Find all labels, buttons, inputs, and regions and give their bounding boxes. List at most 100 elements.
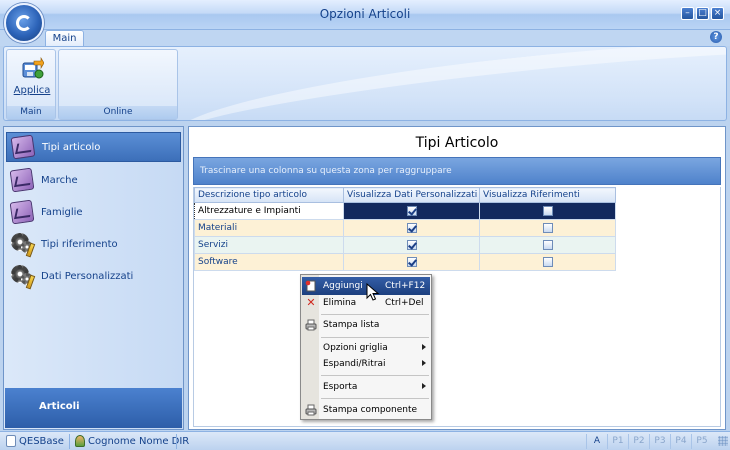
checkbox-unchecked[interactable] — [542, 222, 553, 233]
cell-descrizione[interactable]: Servizi — [194, 236, 344, 254]
apply-icon — [20, 56, 45, 81]
chart-icon — [10, 134, 38, 160]
status-panes: A P1 P2 P3 P4 P5 — [586, 434, 712, 449]
gear-pencil-icon — [9, 263, 37, 290]
status-database[interactable]: QESBase — [6, 435, 64, 447]
page-title: Tipi Articolo — [415, 135, 499, 151]
printer-icon — [305, 319, 317, 331]
ribbon-group-main: Applica Main — [6, 49, 56, 120]
nav-item-marche[interactable]: Marche — [6, 165, 181, 195]
tab-main[interactable]: Main — [45, 30, 84, 46]
resize-grip-icon[interactable] — [718, 436, 728, 446]
menu-item-label: Espandi/Ritrai — [323, 359, 386, 369]
column-header-riferimenti[interactable]: Visualizza Riferimenti — [479, 187, 616, 203]
menu-separator — [321, 375, 429, 376]
cell-riferimenti[interactable] — [479, 202, 616, 220]
nav-item-famiglie[interactable]: Famiglie — [6, 197, 181, 227]
menu-separator — [321, 314, 429, 315]
navigation-pane: Tipi articolo Marche Famiglie Tipi rifer… — [3, 126, 184, 430]
minimize-button[interactable]: – — [681, 7, 694, 20]
cell-riferimenti[interactable] — [479, 219, 616, 237]
cell-dati-personalizzati[interactable] — [343, 253, 480, 271]
cell-dati-personalizzati[interactable] — [343, 236, 480, 254]
menu-item-stampa-lista[interactable]: Stampa lista — [302, 316, 430, 334]
table-row[interactable]: Materiali — [194, 219, 616, 237]
nav-item-label: Famiglie — [41, 206, 83, 218]
user-icon — [75, 435, 85, 447]
checkbox-checked[interactable] — [406, 205, 417, 216]
status-user[interactable]: Cognome Nome DIR — [75, 435, 189, 447]
cell-riferimenti[interactable] — [479, 236, 616, 254]
menu-item-esporta[interactable]: Esporta — [302, 378, 430, 396]
application-orb-button[interactable] — [4, 3, 44, 43]
nav-item-label: Dati Personalizzati — [41, 270, 134, 282]
submenu-arrow-icon — [422, 344, 426, 350]
menu-item-shortcut: Ctrl+Del — [385, 298, 424, 308]
table-row[interactable]: Altrezzature e Impianti — [194, 202, 616, 220]
checkbox-checked[interactable] — [406, 256, 417, 267]
group-label-main: Main — [7, 106, 55, 119]
status-pane[interactable]: A — [586, 434, 607, 449]
ribbon-tab-row: Main ? — [0, 30, 730, 46]
menu-item-label: Stampa componente — [323, 405, 418, 415]
menu-item-espandi-ritrai[interactable]: Espandi/Ritrai — [302, 355, 430, 373]
cell-descrizione[interactable]: Materiali — [194, 219, 344, 237]
checkbox-checked[interactable] — [406, 222, 417, 233]
window-title: Opzioni Articoli — [319, 7, 411, 21]
nav-item-label: Marche — [41, 174, 78, 186]
applica-label: Applica — [13, 85, 51, 96]
nav-footer-articoli[interactable]: Articoli — [5, 388, 182, 428]
status-pane[interactable]: P5 — [691, 434, 712, 449]
ribbon-group-online: Online — [58, 49, 178, 120]
menu-item-label: Elimina — [323, 298, 357, 308]
status-pane[interactable]: P1 — [607, 434, 628, 449]
checkbox-unchecked[interactable] — [542, 205, 553, 216]
nav-item-label: Tipi articolo — [42, 141, 101, 153]
checkbox-checked[interactable] — [406, 239, 417, 250]
printer-icon — [305, 404, 317, 416]
status-separator — [176, 434, 177, 449]
column-header-dati-personalizzati[interactable]: Visualizza Dati Personalizzati — [343, 187, 480, 203]
submenu-arrow-icon — [422, 383, 426, 389]
gear-pencil-icon — [9, 231, 37, 258]
cell-dati-personalizzati[interactable] — [343, 202, 480, 220]
menu-item-stampa-componente[interactable]: Stampa componente — [302, 401, 430, 419]
status-user-label: Cognome Nome DIR — [88, 435, 190, 447]
window-controls: – □ × — [681, 7, 724, 20]
status-pane[interactable]: P3 — [649, 434, 670, 449]
database-icon — [6, 435, 16, 447]
group-label-online: Online — [59, 106, 177, 119]
mouse-cursor-icon — [366, 283, 380, 301]
status-pane[interactable]: P4 — [670, 434, 691, 449]
help-icon[interactable]: ? — [710, 31, 722, 43]
nav-item-tipi-riferimento[interactable]: Tipi riferimento — [6, 229, 181, 259]
column-header-descrizione[interactable]: Descrizione tipo articolo — [194, 187, 344, 203]
new-document-icon — [305, 280, 317, 292]
nav-item-dati-personalizzati[interactable]: Dati Personalizzati — [6, 261, 181, 291]
cell-descrizione[interactable]: Altrezzature e Impianti — [194, 202, 344, 220]
menu-item-shortcut: Ctrl+F12 — [385, 281, 426, 291]
status-separator — [69, 434, 70, 449]
checkbox-unchecked[interactable] — [542, 256, 553, 267]
cell-descrizione[interactable]: Software — [194, 253, 344, 271]
table-row[interactable]: Servizi — [194, 236, 616, 254]
app-logo-icon — [16, 15, 32, 31]
menu-separator — [321, 337, 429, 338]
cell-dati-personalizzati[interactable] — [343, 219, 480, 237]
maximize-button[interactable]: □ — [696, 7, 709, 20]
table-row[interactable]: Software — [194, 253, 616, 271]
close-button[interactable]: × — [711, 7, 724, 20]
applica-button[interactable]: Applica — [11, 54, 53, 102]
cell-riferimenti[interactable] — [479, 253, 616, 271]
ribbon: Applica Main Online — [3, 46, 727, 121]
content-panel: Tipi Articolo Trascinare una colonna su … — [188, 126, 726, 430]
chart-icon — [9, 167, 37, 193]
delete-x-icon: ✕ — [306, 296, 316, 309]
checkbox-unchecked[interactable] — [542, 239, 553, 250]
group-by-drop-zone[interactable]: Trascinare una colonna su questa zona pe… — [193, 157, 721, 185]
status-database-label: QESBase — [19, 435, 64, 447]
title-bar: Opzioni Articoli – □ × — [0, 0, 730, 30]
status-pane[interactable]: P2 — [628, 434, 649, 449]
nav-item-tipi-articolo[interactable]: Tipi articolo — [6, 132, 181, 162]
data-grid: Descrizione tipo articolo Visualizza Dat… — [193, 187, 721, 427]
